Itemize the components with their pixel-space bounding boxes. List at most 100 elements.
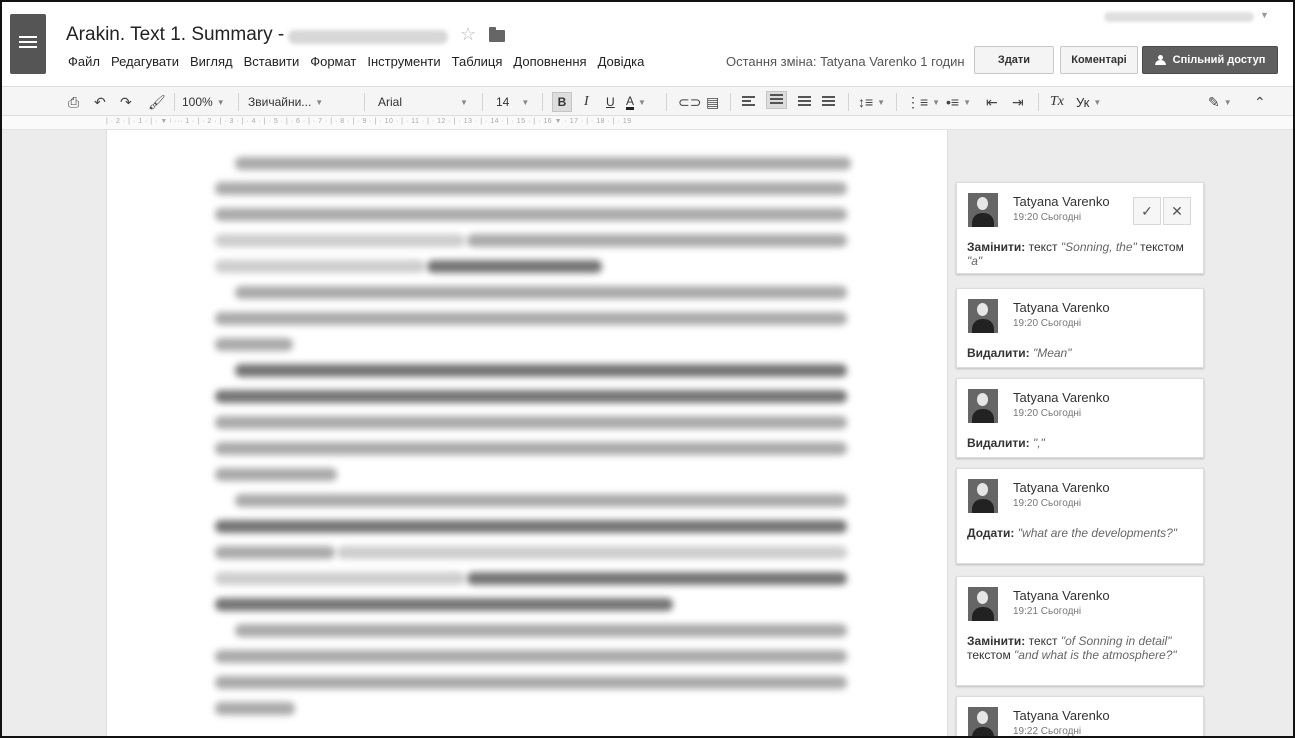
ruler-marks: | · 2 · | · 1 · | · ▼ ʲ ··· 1 · | · 2 · …: [106, 118, 632, 125]
blurred-text-line: [215, 520, 847, 533]
suggestion-card[interactable]: Tatyana Varenko 19:22 Сьогодні: [956, 696, 1204, 736]
editing-mode-pencil-icon[interactable]: ✎ ▼: [1208, 93, 1232, 111]
font-size-select[interactable]: 14 ▼: [496, 93, 529, 111]
avatar: [968, 389, 998, 423]
folder-icon[interactable]: [489, 27, 505, 42]
ruler[interactable]: | · 2 · | · 1 · | · ▼ ʲ ··· 1 · | · 2 · …: [2, 116, 1293, 130]
suggestion-quote: "Mean": [1032, 346, 1072, 360]
undo-icon[interactable]: ↶: [94, 93, 106, 111]
document-page[interactable]: [106, 130, 948, 736]
document-title[interactable]: Arakin. Text 1. Summary -: [66, 24, 284, 46]
blurred-text-line: [215, 598, 673, 611]
underline-button[interactable]: U: [606, 93, 615, 111]
blurred-text-line: [235, 364, 847, 377]
language-select[interactable]: Ук ▼: [1076, 93, 1101, 111]
comment-author: Tatyana Varenko: [1013, 390, 1110, 405]
comment-time: 19:20 Сьогодні: [1013, 212, 1082, 223]
redo-icon[interactable]: ↷: [120, 93, 132, 111]
menu-edit[interactable]: Редагувати: [111, 54, 179, 72]
suggestion-card[interactable]: Tatyana Varenko 19:21 Сьогодні Замінити:…: [956, 576, 1204, 686]
blurred-text-line: [427, 260, 602, 273]
avatar: [968, 479, 998, 513]
menu-view[interactable]: Вигляд: [190, 54, 233, 72]
share-button[interactable]: Спільний доступ: [1142, 46, 1278, 74]
blurred-text-line: [215, 676, 847, 689]
bulleted-list-icon[interactable]: •≡ ▼: [946, 93, 971, 111]
blurred-text-line: [215, 390, 847, 403]
blurred-text-line: [215, 468, 337, 481]
accept-suggestion-icon[interactable]: ✓: [1133, 197, 1161, 225]
suggestion-card[interactable]: Tatyana Varenko 19:20 Сьогодні Видалити:…: [956, 288, 1204, 368]
menu-addons[interactable]: Доповнення: [513, 54, 586, 72]
last-edit-link[interactable]: Остання зміна: Tatyana Varenko 1 годин: [726, 54, 974, 69]
align-right-icon[interactable]: [798, 93, 811, 111]
comment-time: 19:20 Сьогодні: [1013, 498, 1082, 509]
suggestion-quote: "of Sonning in detail": [1060, 634, 1172, 648]
clear-formatting-icon[interactable]: Tx: [1050, 93, 1064, 111]
blurred-text-line: [215, 312, 847, 325]
insert-comment-icon[interactable]: ▤: [706, 93, 719, 111]
italic-button[interactable]: I: [584, 93, 589, 111]
font-size-value: 14: [496, 95, 510, 109]
paragraph-style-value: Звичайни...: [248, 95, 312, 109]
docs-home-icon[interactable]: [10, 14, 46, 74]
suggestion-connector: текстом: [1136, 240, 1184, 254]
font-select[interactable]: Arial ▼: [378, 93, 468, 111]
print-icon[interactable]: ⎙: [68, 93, 79, 111]
suggestion-connector: текстом: [967, 648, 1015, 662]
blurred-text-line: [235, 157, 851, 170]
bold-button[interactable]: B: [552, 92, 572, 112]
comments-button[interactable]: Коментарі: [1060, 46, 1138, 74]
suggestion-text: Додати: "what are the developments?": [967, 526, 1199, 540]
suggestion-text: Видалити: "Mean": [967, 346, 1199, 360]
blurred-text-line: [215, 182, 847, 195]
menu-file[interactable]: Файл: [68, 54, 100, 72]
blurred-text-line: [215, 442, 847, 455]
blurred-text-line: [215, 572, 465, 585]
menu-format[interactable]: Формат: [310, 54, 356, 72]
zoom-select[interactable]: 100% ▼: [182, 93, 225, 111]
align-center-icon[interactable]: [766, 91, 787, 109]
comment-author: Tatyana Varenko: [1013, 480, 1110, 495]
increase-indent-icon[interactable]: ⇥: [1012, 93, 1024, 111]
link-icon[interactable]: ⊂⊃: [678, 93, 701, 111]
submit-button[interactable]: Здати: [974, 46, 1054, 74]
align-justify-icon[interactable]: [822, 93, 835, 111]
blurred-text-line: [215, 208, 847, 221]
suggestion-action: Видалити:: [967, 436, 1030, 450]
suggestion-action: Видалити:: [967, 346, 1030, 360]
menu-table[interactable]: Таблиця: [452, 54, 503, 72]
suggestion-card[interactable]: Tatyana Varenko 19:20 Сьогодні Додати: "…: [956, 468, 1204, 564]
align-left-icon[interactable]: [742, 93, 755, 111]
star-icon[interactable]: ☆: [460, 24, 476, 45]
menu-tools[interactable]: Інструменти: [367, 54, 440, 72]
reject-suggestion-icon[interactable]: ✕: [1163, 197, 1191, 225]
comment-author: Tatyana Varenko: [1013, 588, 1110, 603]
numbered-list-icon[interactable]: ⋮≡ ▼: [906, 93, 940, 111]
account-email-redacted[interactable]: [1104, 12, 1254, 22]
suggestion-quote: "Sonning, the": [1060, 240, 1137, 254]
suggestion-text: Замінити: текст "Sonning, the" текстом "…: [967, 240, 1199, 268]
account-caret-icon[interactable]: ▼: [1260, 10, 1269, 20]
suggestion-action: Замінити:: [967, 240, 1026, 254]
people-icon: [1154, 55, 1167, 65]
suggestion-action: Додати:: [967, 526, 1015, 540]
blurred-text-line: [215, 234, 465, 247]
blurred-text-line: [235, 494, 847, 507]
suggestion-connector: текст: [1025, 634, 1061, 648]
paragraph-style-select[interactable]: Звичайни... ▼: [248, 93, 323, 111]
suggestion-card[interactable]: Tatyana Varenko 19:20 Сьогодні Видалити:…: [956, 378, 1204, 458]
menu-insert[interactable]: Вставити: [244, 54, 300, 72]
blurred-text-line: [215, 260, 425, 273]
comment-author: Tatyana Varenko: [1013, 300, 1110, 315]
menu-help[interactable]: Довідка: [598, 54, 645, 72]
text-color-button[interactable]: A ▼: [626, 93, 646, 111]
collapse-menu-icon[interactable]: ⌃: [1254, 93, 1266, 111]
suggestion-quote: "a": [967, 254, 983, 268]
suggestion-text: Замінити: текст "of Sonning in detail" т…: [967, 634, 1199, 662]
suggestion-card[interactable]: Tatyana Varenko 19:20 Сьогодні ✓ ✕ Замін…: [956, 182, 1204, 274]
line-spacing-icon[interactable]: ↕≡ ▼: [858, 93, 885, 111]
decrease-indent-icon[interactable]: ⇤: [986, 93, 998, 111]
suggestion-actions: ✓ ✕: [1133, 197, 1193, 225]
paint-format-icon[interactable]: 🖌: [148, 93, 166, 111]
